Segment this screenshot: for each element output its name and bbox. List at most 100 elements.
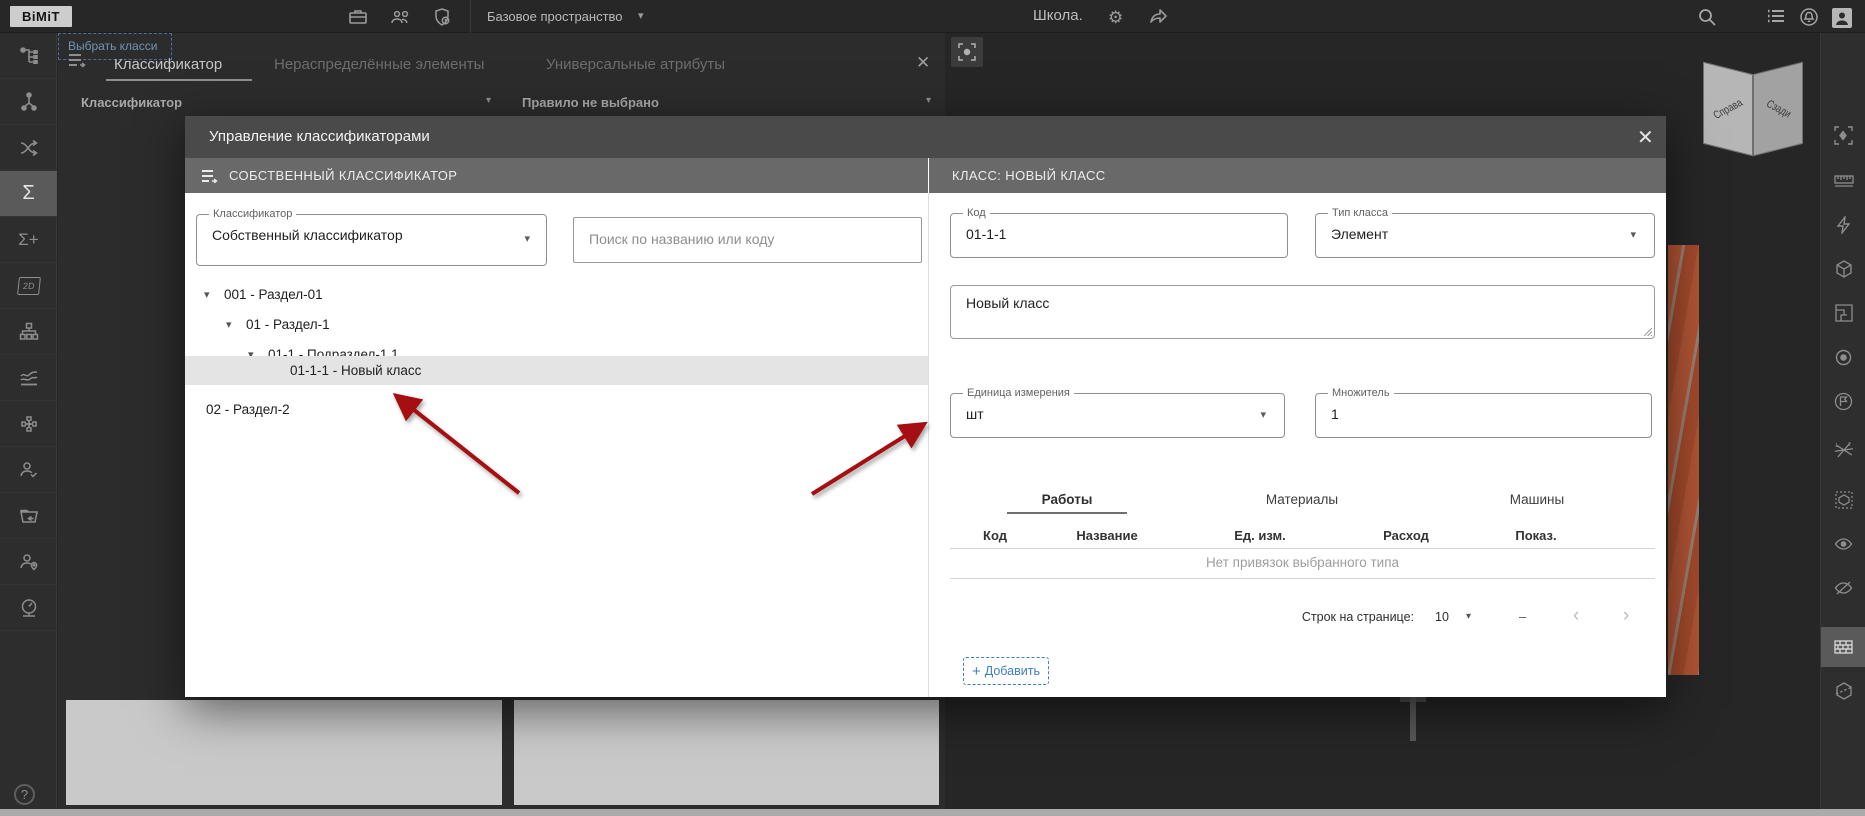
resize-handle[interactable] xyxy=(1644,328,1652,336)
tree-search-input[interactable]: Поиск по названию или коду xyxy=(573,217,922,263)
plus-icon: + xyxy=(971,662,981,680)
tab-unassigned-elements[interactable]: Нераспределённые элементы xyxy=(274,56,484,73)
rule-dropdown[interactable]: Правило не выбрано xyxy=(522,95,659,110)
branch-icon xyxy=(20,91,38,112)
panel-divider xyxy=(928,193,929,697)
measure-button[interactable] xyxy=(1821,161,1865,201)
caret-down-icon[interactable]: ▾ xyxy=(204,288,210,301)
chevron-down-icon: ▾ xyxy=(524,233,530,245)
folder-return-icon xyxy=(19,507,39,525)
svg-text:2: 2 xyxy=(1848,442,1851,448)
chevron-down-icon[interactable]: ▾ xyxy=(1466,611,1471,622)
notifications-icon[interactable] xyxy=(1799,7,1821,27)
help-button[interactable]: ? xyxy=(14,784,35,805)
approvals-button[interactable] xyxy=(0,447,57,493)
floorplan-button[interactable] xyxy=(1821,293,1865,333)
dialog-close-icon[interactable]: ✕ xyxy=(1637,125,1654,150)
sigma-icon: Σ xyxy=(22,182,35,204)
estimates-add-button[interactable]: Σ+ xyxy=(0,217,57,263)
model-mast xyxy=(1410,697,1416,741)
trend-icon xyxy=(19,369,39,387)
search-icon[interactable] xyxy=(1697,7,1719,27)
class-type-label: Тип класса xyxy=(1328,207,1392,219)
flag-button[interactable] xyxy=(1821,381,1865,421)
select-region-button[interactable] xyxy=(1821,115,1865,155)
tree-item[interactable]: 02 - Раздел-2 xyxy=(185,395,928,424)
workspace-selector[interactable]: Базовое пространство xyxy=(487,9,623,24)
left-panel-title: СОБСТВЕННЫЙ КЛАССИФИКАТОР xyxy=(229,168,458,183)
panel-close-icon[interactable]: ✕ xyxy=(916,53,930,73)
class-name-textarea[interactable]: Новый класс xyxy=(950,285,1655,339)
relations-button[interactable] xyxy=(0,79,57,125)
import-folder-button[interactable] xyxy=(0,493,57,539)
empty-table-message: Нет привязок выбранного типа xyxy=(1205,555,1400,570)
flip-plane-button[interactable] xyxy=(1821,205,1865,245)
share-icon[interactable] xyxy=(1148,7,1170,27)
sort-menu-icon[interactable] xyxy=(201,169,219,183)
col-code: Код xyxy=(983,528,1007,543)
chevron-down-icon[interactable]: ▾ xyxy=(926,95,931,106)
gear-icon[interactable]: ⚙ xyxy=(1108,8,1130,28)
class-type-select[interactable]: Тип класса Элемент ▾ xyxy=(1315,207,1655,258)
col-indicator: Показ. xyxy=(1515,528,1557,543)
code-field[interactable]: Код 01-1-1 xyxy=(950,207,1288,258)
user-avatar-icon[interactable] xyxy=(1831,7,1853,28)
materials-display-button[interactable] xyxy=(1821,627,1865,667)
chevron-down-icon[interactable]: ▾ xyxy=(486,95,491,106)
sigma-plus-icon: Σ+ xyxy=(18,229,39,249)
estimates-button[interactable]: Σ xyxy=(0,171,57,217)
panel-menu-icon[interactable] xyxy=(68,53,88,69)
charts-button[interactable] xyxy=(0,355,57,401)
classifier-management-dialog: Управление классификаторами ✕ СОБСТВЕННЫ… xyxy=(185,116,1666,697)
view-cube[interactable]: Справа Сзади xyxy=(1700,58,1810,178)
project-title: Школа. xyxy=(1033,7,1083,24)
target-button[interactable] xyxy=(1821,337,1865,377)
empty-right-pane xyxy=(514,700,939,805)
unit-select[interactable]: Единица измерения шт ▾ xyxy=(950,387,1285,438)
plugins-button[interactable] xyxy=(0,401,57,447)
2d-icon: 2D xyxy=(16,276,41,295)
view-cube-face-right[interactable]: Справа xyxy=(1703,61,1753,157)
chevron-down-icon[interactable]: ▾ xyxy=(638,9,644,22)
hide-button[interactable] xyxy=(1821,568,1865,608)
view-cube-face-back[interactable]: Сзади xyxy=(1753,61,1803,157)
prev-page-button[interactable]: ‹ xyxy=(1573,605,1579,627)
tab-materials[interactable]: Материалы xyxy=(1242,492,1362,507)
team-icon[interactable] xyxy=(390,7,412,27)
briefcase-icon[interactable] xyxy=(348,7,370,27)
mapping-button[interactable] xyxy=(0,125,57,171)
focus-selection-button[interactable] xyxy=(951,37,983,67)
hidden-cube-button[interactable] xyxy=(1821,480,1865,520)
tab-works[interactable]: Работы xyxy=(1007,492,1127,507)
dashboard-button[interactable] xyxy=(0,585,57,631)
user-location-button[interactable] xyxy=(0,539,57,585)
classifier-select[interactable]: Классификатор Собственный классификатор … xyxy=(196,208,547,266)
next-page-button[interactable]: › xyxy=(1623,605,1629,627)
drawings-2d-button[interactable]: 2D xyxy=(0,263,57,309)
list-icon[interactable] xyxy=(1766,7,1788,27)
multiplier-field[interactable]: Множитель 1 xyxy=(1315,387,1652,438)
caret-down-icon[interactable]: ▾ xyxy=(226,318,232,331)
structure-button[interactable] xyxy=(0,309,57,355)
show-button[interactable] xyxy=(1821,524,1865,564)
section-planes-button[interactable]: 12 xyxy=(1821,430,1865,470)
tab-classifier[interactable]: Классификатор xyxy=(114,56,222,73)
model-tree-button[interactable] xyxy=(0,33,57,79)
rows-per-page-select[interactable]: 10 xyxy=(1435,610,1449,624)
chevron-down-icon: ▾ xyxy=(1630,229,1636,241)
classifier-select-label: Классификатор xyxy=(209,208,297,220)
section-box-button[interactable] xyxy=(1821,249,1865,289)
tab-universal-attributes[interactable]: Универсальные атрибуты xyxy=(546,56,725,73)
add-binding-button[interactable]: + Добавить xyxy=(963,657,1049,685)
arrow-to-unit-field xyxy=(810,421,928,496)
tab-machines[interactable]: Машины xyxy=(1477,492,1597,507)
bottom-strip xyxy=(0,809,1865,816)
tree-item[interactable]: ▾ 01 - Раздел-1 xyxy=(185,310,928,339)
tree-item[interactable]: ▾ 001 - Раздел-01 xyxy=(185,280,928,309)
col-unit: Ед. изм. xyxy=(1234,528,1286,543)
classifier-dropdown[interactable]: Классификатор xyxy=(81,95,182,110)
shield-clock-icon[interactable] xyxy=(432,7,454,27)
dialog-titlebar[interactable]: Управление классификаторами ✕ xyxy=(185,116,1666,158)
clip-model-button[interactable] xyxy=(1821,671,1865,711)
tree-item-selected[interactable]: 01-1-1 - Новый класс xyxy=(185,356,928,385)
